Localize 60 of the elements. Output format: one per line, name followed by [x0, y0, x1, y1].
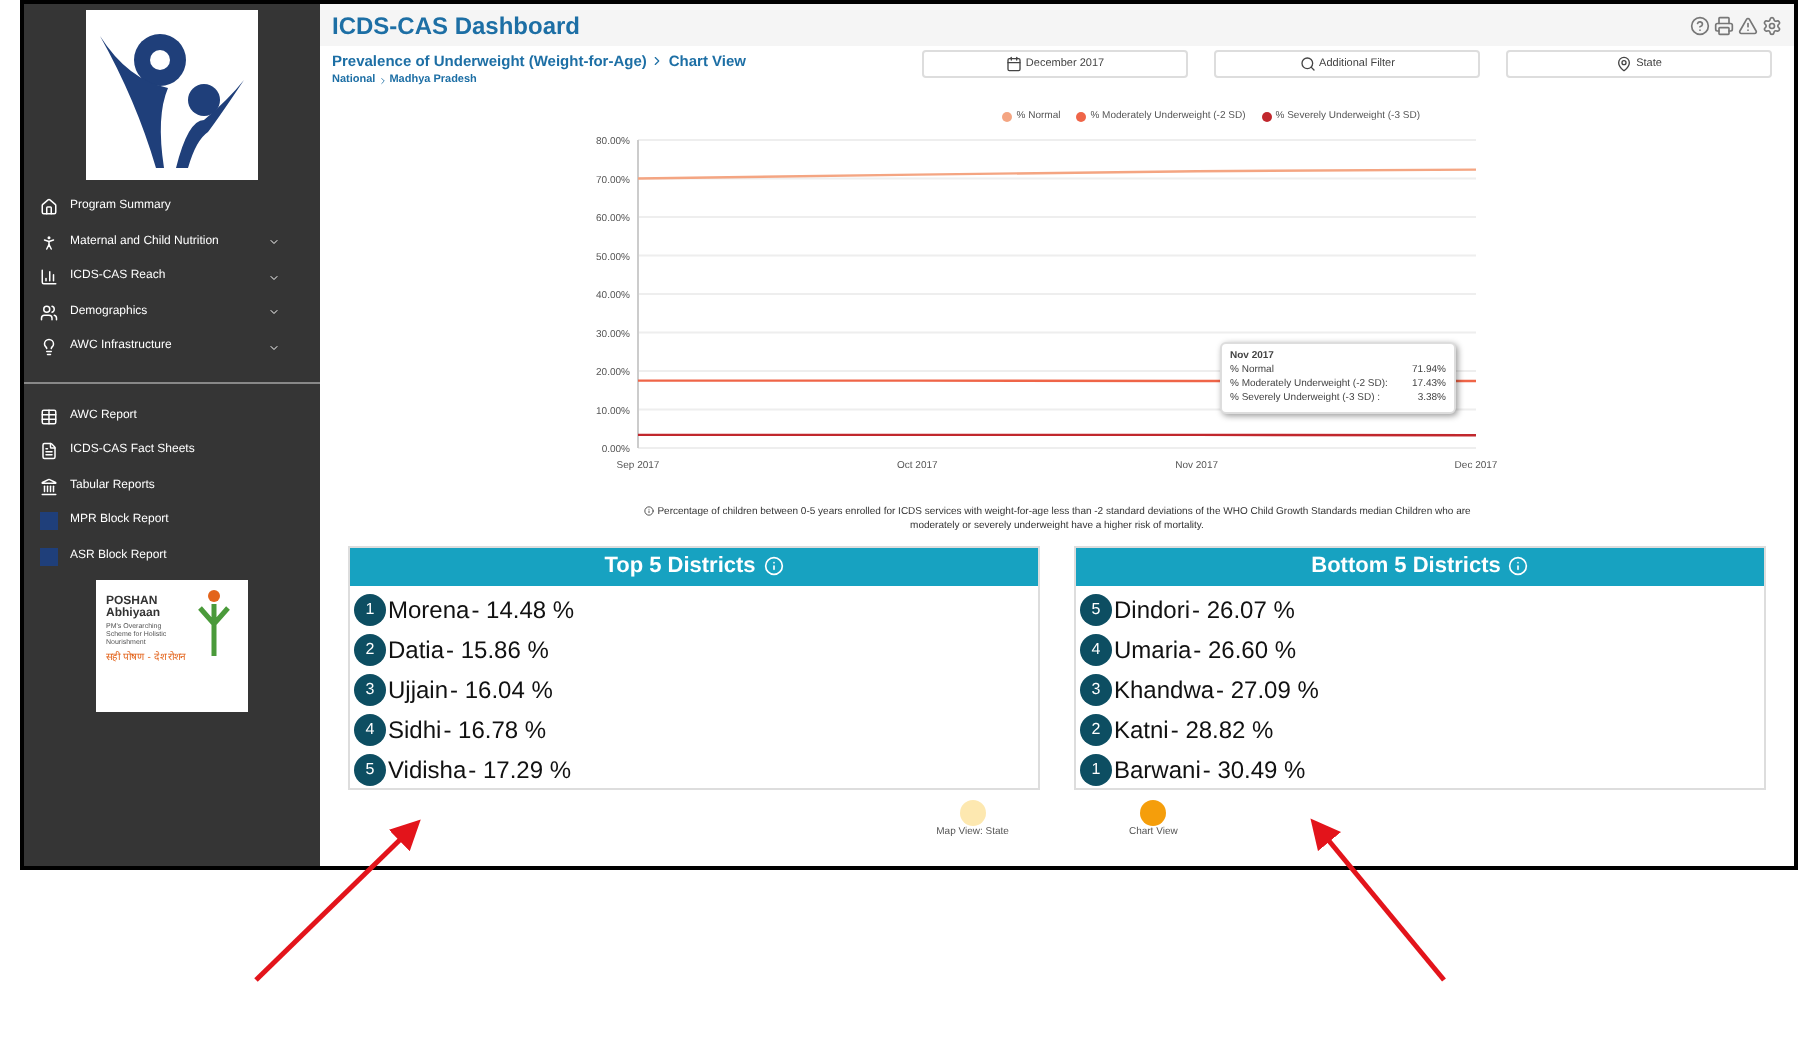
settings-icon[interactable]: [1762, 15, 1782, 35]
chevron-down-icon: [268, 236, 280, 249]
lightbulb-icon: [40, 338, 58, 357]
district-name: Khandwa: [1114, 673, 1215, 707]
dashboard-title: ICDS-CAS Dashboard: [332, 9, 581, 43]
rank-badge: 1: [1080, 753, 1112, 785]
square-icon: [40, 547, 58, 566]
district-value: - 26.60 %: [1193, 633, 1297, 667]
chevron-right-icon: [650, 54, 665, 69]
district-name: Morena: [388, 593, 470, 627]
rank-badge: 4: [354, 713, 386, 745]
district-name: Barwani: [1114, 753, 1201, 787]
table-icon: [40, 407, 58, 426]
district-value: - 16.78 %: [443, 713, 547, 747]
users-icon: [40, 303, 58, 322]
district-name: Umaria: [1114, 633, 1192, 667]
info-icon: [643, 505, 654, 515]
card-title: Bottom 5 Districts: [1311, 551, 1501, 582]
rank-badge: 5: [1080, 593, 1112, 625]
chevron-down-icon: [268, 306, 280, 319]
district-value: - 28.82 %: [1170, 713, 1274, 747]
warning-icon[interactable]: [1738, 15, 1758, 35]
district-name: Datia: [388, 633, 445, 667]
rank-badge: 3: [354, 673, 386, 705]
chevron-right-icon: [377, 75, 388, 86]
map-pin-icon: [1616, 56, 1633, 72]
help-icon[interactable]: [1690, 15, 1710, 35]
district-name: Dindori: [1114, 593, 1191, 627]
person-icon: [40, 233, 58, 252]
district-value: - 27.09 %: [1216, 673, 1319, 707]
rank-badge: 3: [1080, 673, 1112, 705]
rank-badge: 4: [1080, 633, 1112, 665]
rank-badge: 5: [354, 753, 386, 785]
square-icon: [40, 512, 58, 531]
district-value: - 16.04 %: [450, 673, 553, 707]
tree-figure-icon: [192, 588, 236, 660]
rank-badge: 2: [354, 633, 386, 665]
building-icon: [40, 477, 58, 496]
document-icon: [40, 442, 58, 461]
bar-chart-icon: [40, 268, 58, 287]
district-value: - 26.07 %: [1192, 593, 1295, 627]
search-icon: [1299, 56, 1316, 72]
home-icon: [40, 198, 58, 217]
calendar-icon: [1005, 56, 1022, 72]
chevron-down-icon: [268, 271, 280, 284]
district-name: Ujjain: [388, 673, 449, 707]
print-icon[interactable]: [1714, 15, 1734, 35]
card-title: Top 5 Districts: [604, 551, 756, 582]
district-value: - 14.48 %: [471, 593, 575, 627]
district-name: Sidhi: [388, 713, 442, 747]
info-icon[interactable]: [763, 556, 784, 576]
district-name: Katni: [1114, 713, 1169, 747]
district-value: - 17.29 %: [468, 753, 572, 787]
district-value: - 30.49 %: [1202, 753, 1306, 787]
district-value: - 15.86 %: [446, 633, 549, 667]
info-icon[interactable]: [1508, 556, 1529, 576]
chevron-down-icon: [268, 341, 280, 354]
rank-badge: 2: [1080, 713, 1112, 745]
rank-badge: 1: [354, 593, 386, 625]
district-name: Vidisha: [388, 753, 467, 787]
